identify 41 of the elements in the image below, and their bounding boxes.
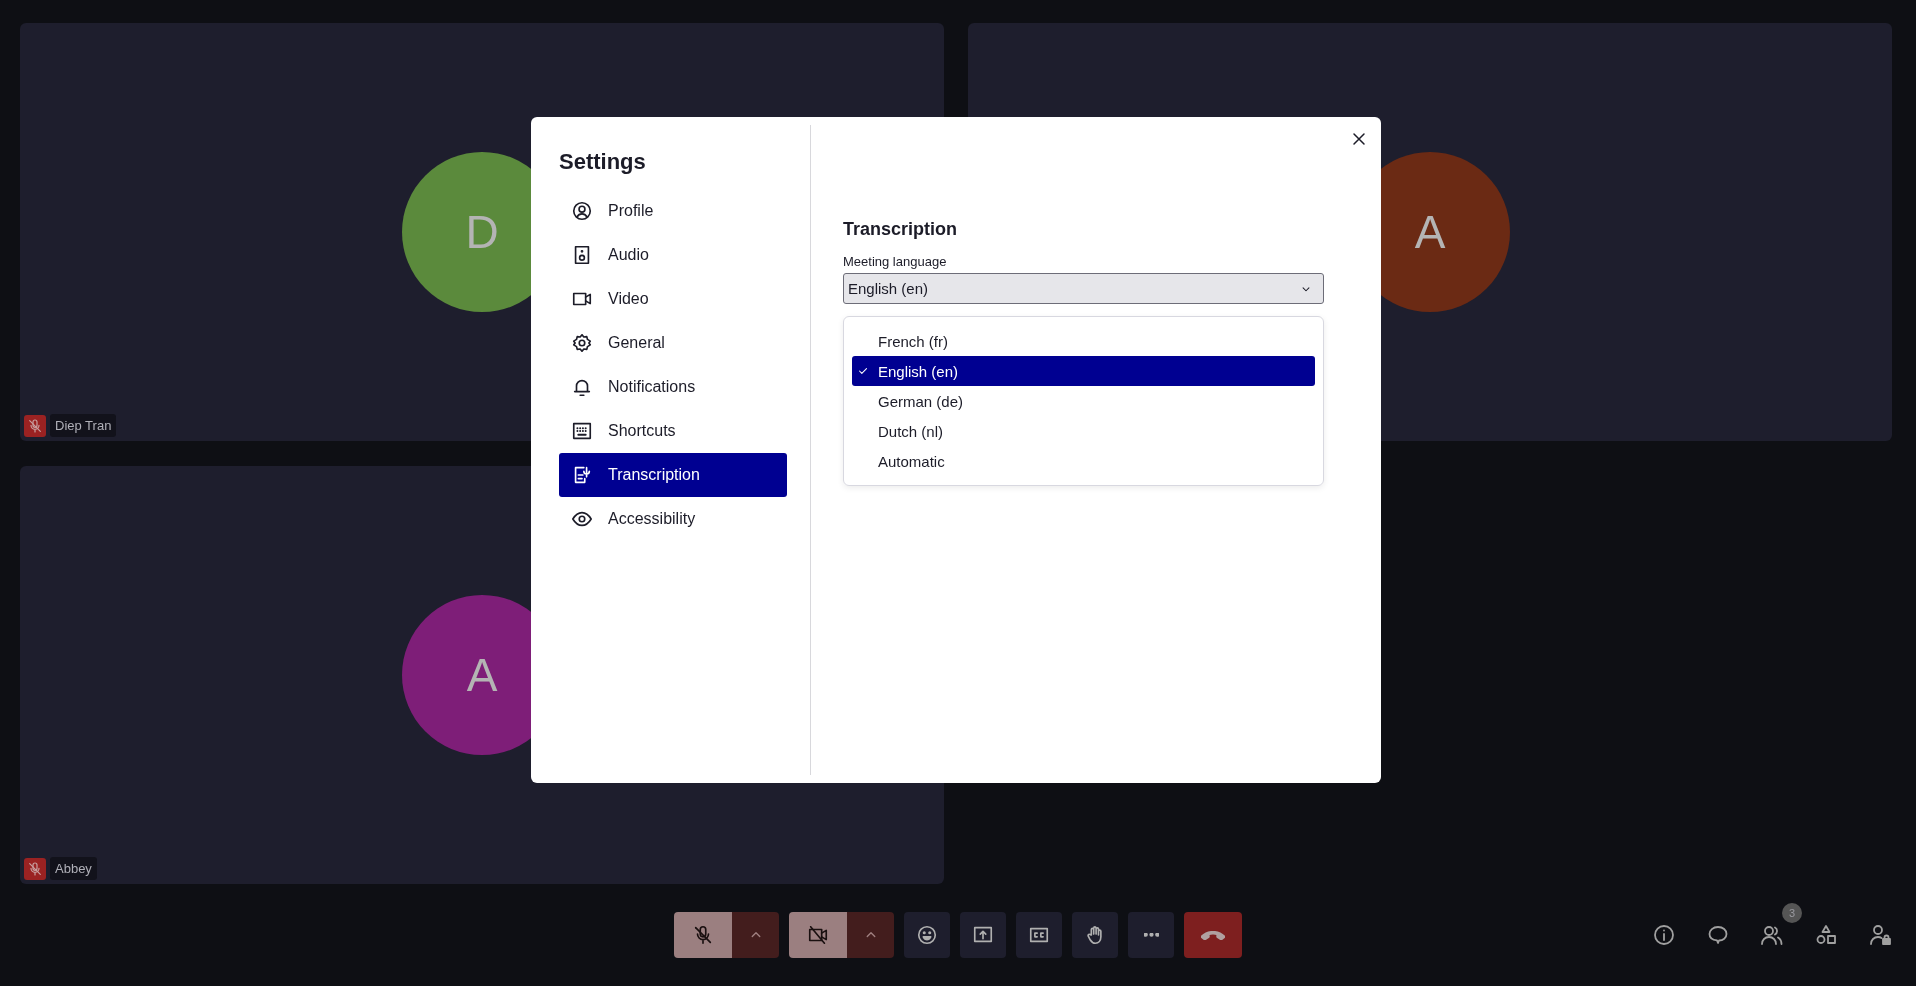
more-button[interactable] xyxy=(1128,912,1174,958)
hang-up-icon xyxy=(1201,930,1225,940)
settings-tab[interactable]: Profile xyxy=(559,189,787,233)
more-icon xyxy=(1143,933,1159,937)
dropdown-option[interactable]: Automatic xyxy=(852,446,1315,476)
raise-hand-button[interactable] xyxy=(1072,912,1118,958)
muted-microphone-icon xyxy=(692,924,714,946)
keyboard-icon xyxy=(571,420,593,442)
settings-tab[interactable]: Shortcuts xyxy=(559,409,787,453)
dropdown-option[interactable]: Dutch (nl) xyxy=(852,416,1315,446)
microphone-button[interactable] xyxy=(674,912,732,958)
share-screen-button[interactable] xyxy=(960,912,1006,958)
settings-tab[interactable]: General xyxy=(559,321,787,365)
dropdown-option[interactable]: German (de) xyxy=(852,386,1315,416)
settings-tab[interactable]: Video xyxy=(559,277,787,321)
participant-name: Diep Tran xyxy=(50,414,117,437)
settings-tab[interactable]: Transcription xyxy=(559,453,787,497)
camera-button[interactable] xyxy=(789,912,847,958)
language-select[interactable]: English (en) xyxy=(843,273,1324,304)
dialog-title: Settings xyxy=(559,149,647,175)
field-label: Meeting language xyxy=(843,254,947,269)
captions-button[interactable] xyxy=(1016,912,1062,958)
reactions-button[interactable] xyxy=(904,912,950,958)
dropdown-option[interactable]: English (en) xyxy=(852,356,1315,386)
section-heading: Transcription xyxy=(843,219,959,240)
participant-name: Abbey xyxy=(50,857,97,880)
leave-call-button[interactable] xyxy=(1184,912,1242,958)
chat-icon xyxy=(1706,923,1730,947)
smiley-icon xyxy=(916,924,938,946)
settings-tab[interactable]: Audio xyxy=(559,233,787,277)
camera-off-icon xyxy=(807,924,829,946)
dropdown-option[interactable]: French (fr) xyxy=(852,326,1315,356)
shapes-icon xyxy=(1814,923,1838,947)
user-lock-icon xyxy=(1868,923,1892,947)
count-badge: 3 xyxy=(1782,903,1802,923)
settings-icon xyxy=(571,332,593,354)
settings-tab[interactable]: Accessibility xyxy=(559,497,787,541)
settings-tab[interactable]: Notifications xyxy=(559,365,787,409)
info-icon xyxy=(1652,923,1676,947)
people-icon xyxy=(1760,923,1784,947)
profile-icon xyxy=(571,200,593,222)
